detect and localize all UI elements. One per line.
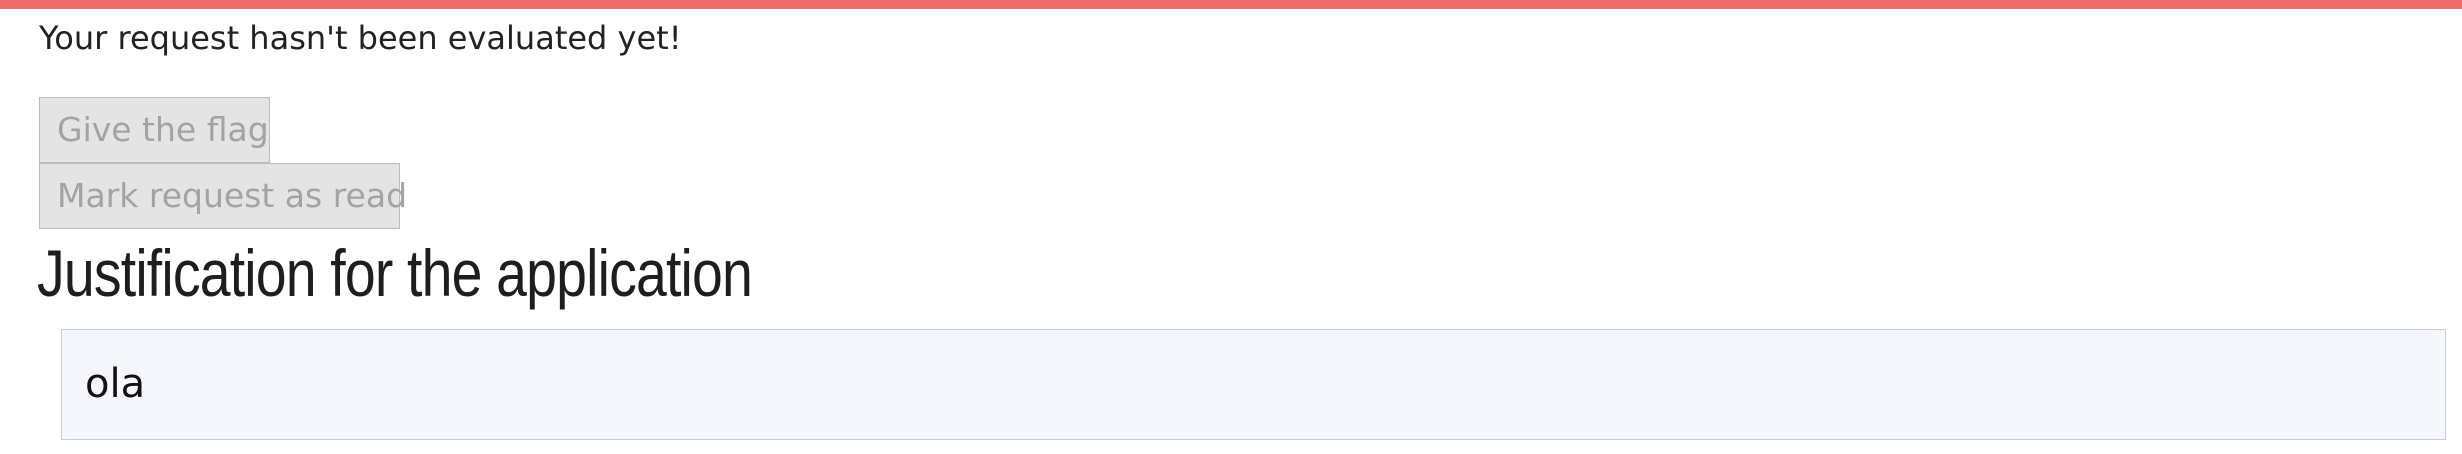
status-accent-bar: [0, 0, 2462, 9]
mark-request-read-button[interactable]: Mark request as read: [39, 163, 407, 229]
justification-text-box: ola: [61, 329, 2446, 440]
justification-heading: Justification for the application: [37, 236, 753, 310]
give-flag-button[interactable]: Give the flag: [39, 97, 270, 163]
evaluation-status-message: Your request hasn't been evaluated yet!: [39, 19, 682, 57]
request-page: Your request hasn't been evaluated yet! …: [0, 0, 2462, 454]
